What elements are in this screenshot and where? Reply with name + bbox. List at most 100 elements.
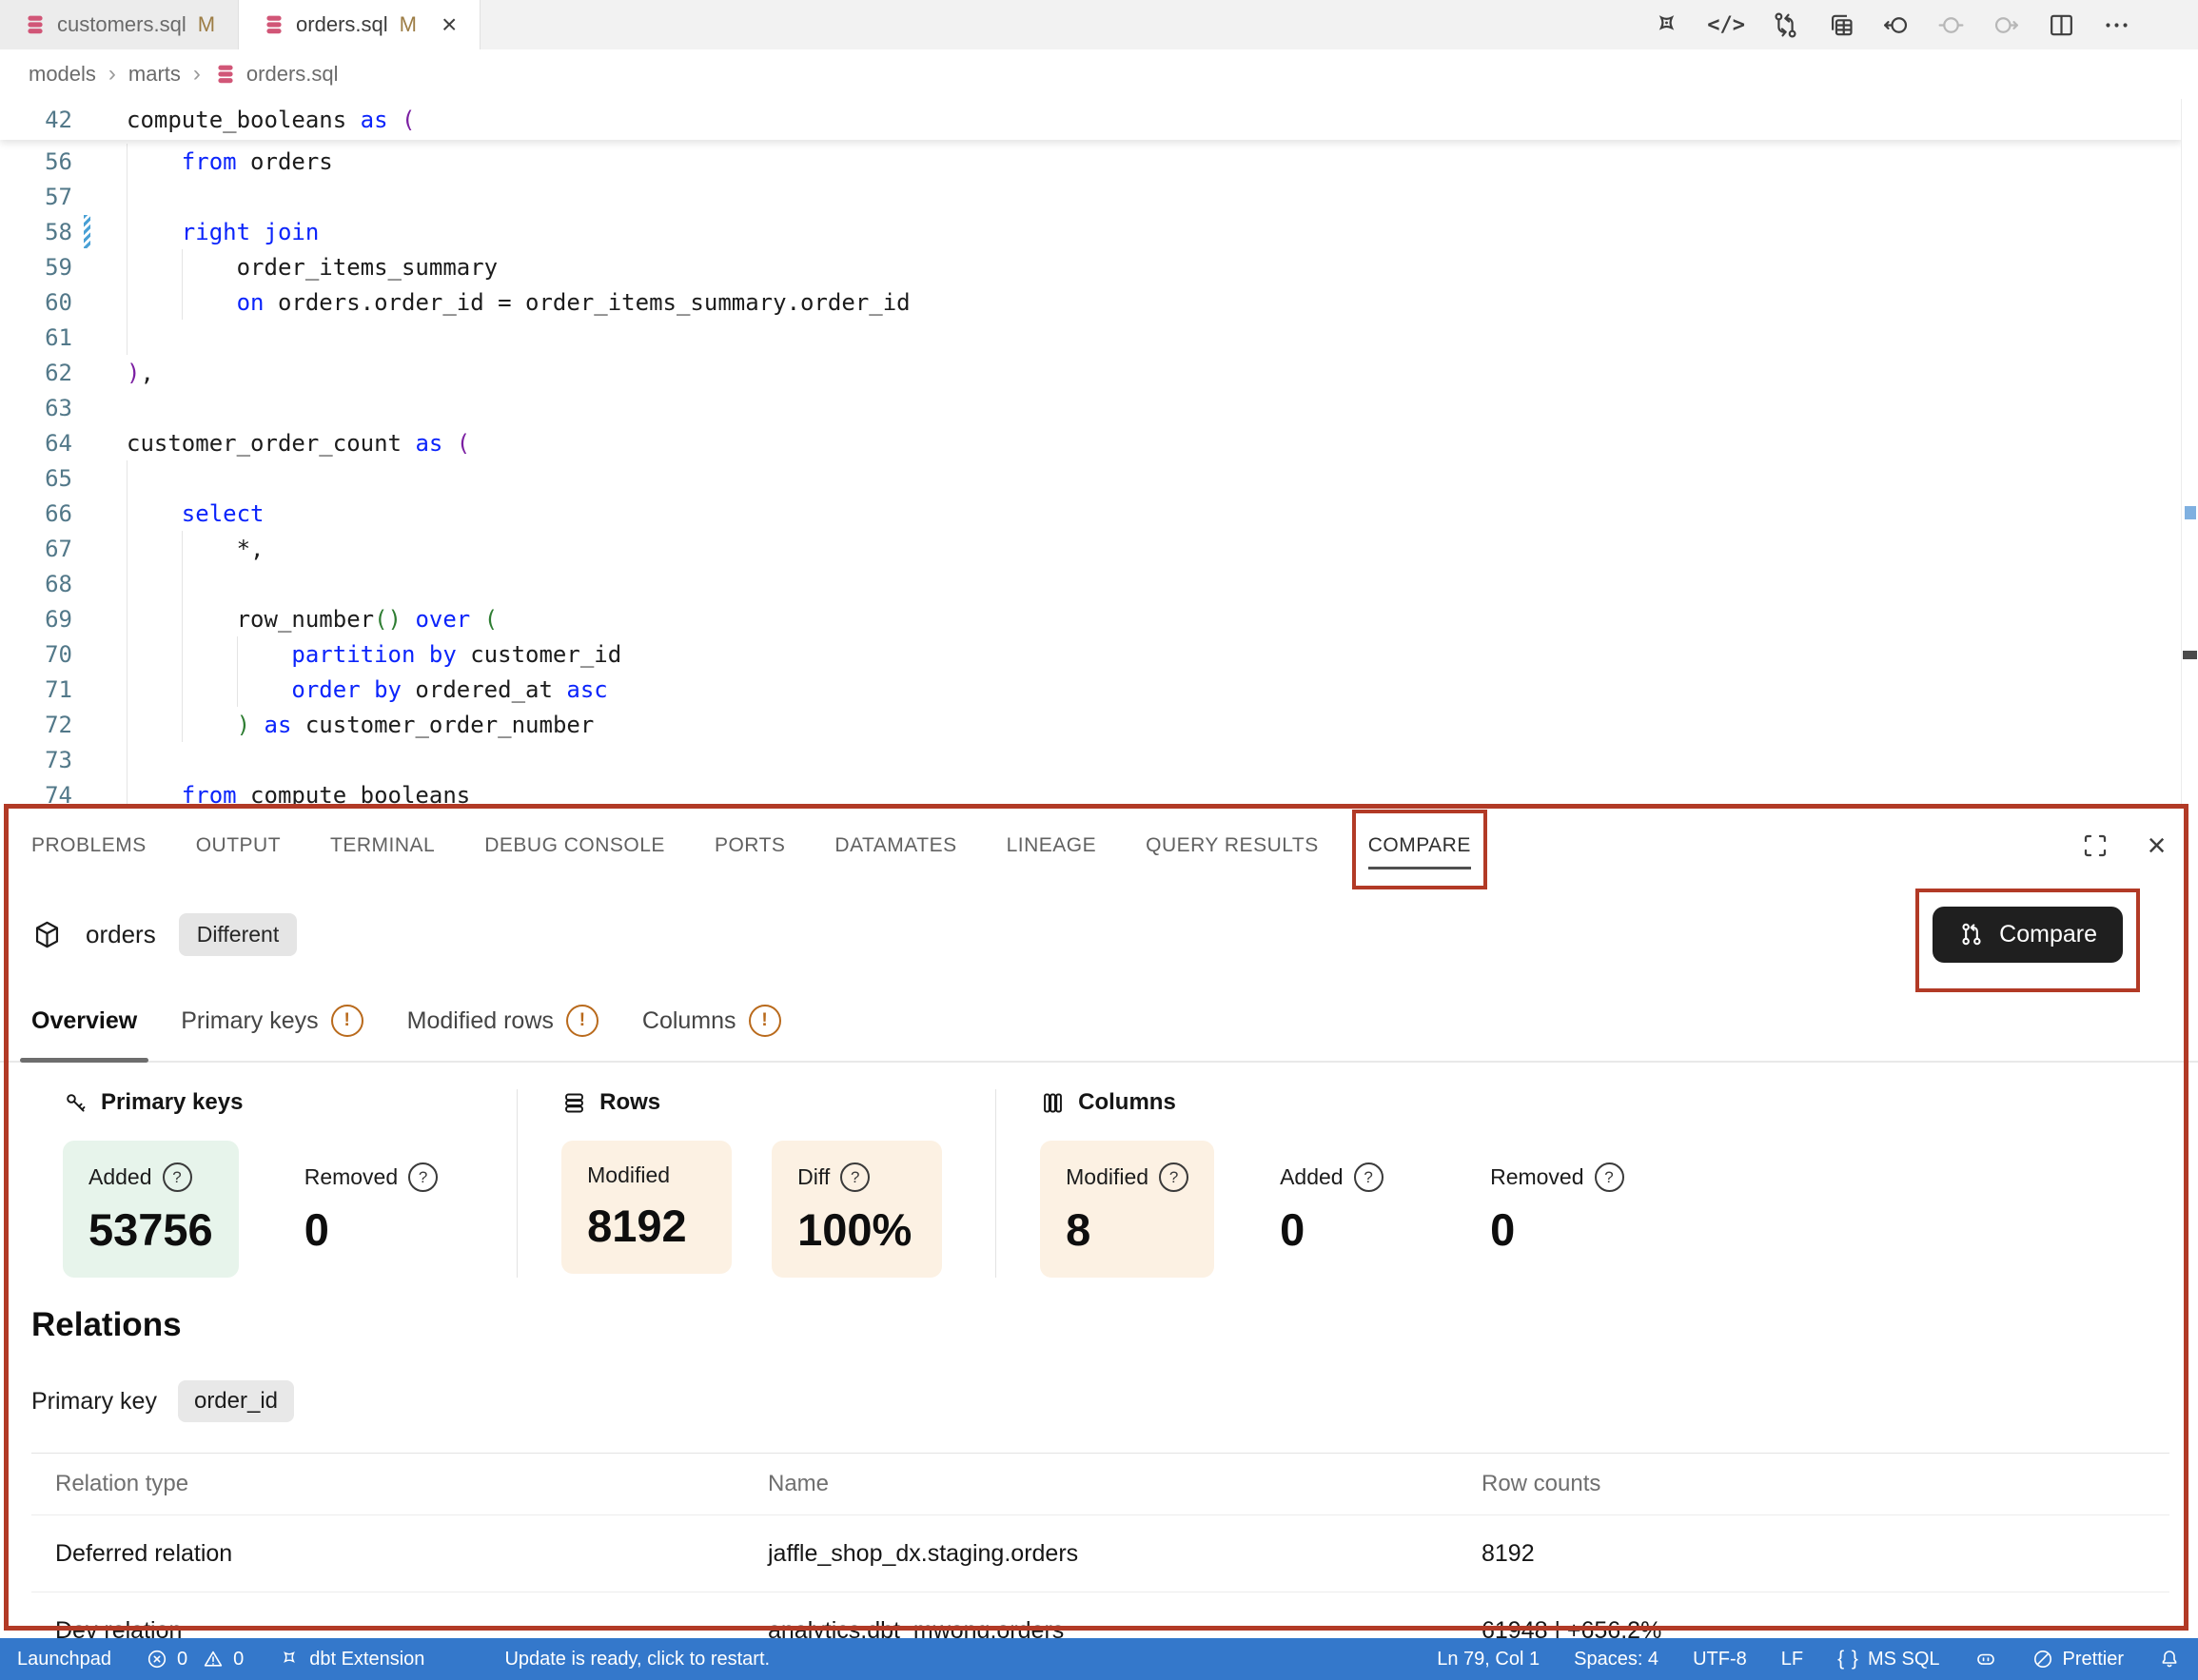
- bottom-panel: PROBLEMS OUTPUT TERMINAL DEBUG CONSOLE PORTS…: [0, 804, 2198, 1638]
- copilot-icon[interactable]: [1974, 1648, 1997, 1670]
- editor-tab-bar: customers.sqlMorders.sqlM× </>: [0, 0, 2198, 49]
- braces-icon: { }: [1837, 1648, 1859, 1670]
- status-eol[interactable]: LF: [1781, 1649, 1803, 1670]
- close-tab-icon[interactable]: ×: [442, 11, 457, 38]
- modified-badge: M: [400, 12, 417, 37]
- status-cursor-position[interactable]: Ln 79, Col 1: [1437, 1649, 1540, 1670]
- sticky-scroll-line: 42compute_booleans as (: [0, 99, 2182, 140]
- help-icon[interactable]: ?: [1595, 1162, 1624, 1192]
- git-compare-icon[interactable]: [1771, 10, 1800, 40]
- columns-icon: [1040, 1090, 1066, 1116]
- line-number: 63: [0, 395, 72, 421]
- editor-tab-customers-sql[interactable]: customers.sql M: [0, 0, 239, 49]
- breadcrumb-segment[interactable]: models: [29, 62, 96, 87]
- more-actions-icon[interactable]: [2102, 10, 2131, 40]
- help-icon[interactable]: ?: [1159, 1162, 1188, 1192]
- help-icon[interactable]: ?: [1354, 1162, 1384, 1192]
- panel-actions: ×: [2081, 830, 2167, 862]
- editor-tab-orders-sql[interactable]: orders.sqlM×: [239, 0, 481, 49]
- split-editor-icon[interactable]: [2047, 10, 2076, 40]
- git-compare-icon: [1958, 921, 1985, 947]
- db-icon: [23, 12, 48, 37]
- nav-forward-icon[interactable]: [1992, 10, 2021, 40]
- stat-card-removed: Removed?0: [1464, 1141, 1649, 1278]
- overview-ruler[interactable]: [2181, 99, 2198, 804]
- code-editor[interactable]: 42compute_booleans as ( 56 from orders57…: [0, 99, 2198, 804]
- dbt-icon[interactable]: [1652, 10, 1681, 40]
- help-icon[interactable]: ?: [163, 1162, 192, 1192]
- table-row: Dev relationanalytics.dbt_mwong.orders61…: [31, 1592, 2169, 1638]
- db-icon: [213, 62, 238, 87]
- panel-tab-ports[interactable]: PORTS: [715, 834, 785, 857]
- warning-circle-icon: !: [749, 1005, 781, 1037]
- code-lines: 56 from orders5758 right join59 order_it…: [0, 144, 2182, 804]
- sub-tab-primary-keys[interactable]: Primary keys!: [181, 981, 363, 1061]
- panel-tab-problems[interactable]: PROBLEMS: [31, 834, 147, 857]
- db-icon: [213, 62, 238, 87]
- nav-back-icon[interactable]: [1881, 10, 1911, 40]
- close-panel-icon[interactable]: ×: [2148, 830, 2167, 862]
- sub-tab-columns[interactable]: Columns!: [642, 981, 781, 1061]
- panel-tab-datamates[interactable]: DATAMATES: [834, 834, 956, 857]
- status-launchpad[interactable]: Launchpad: [17, 1649, 111, 1670]
- line-number: 60: [0, 289, 72, 316]
- maximize-panel-icon[interactable]: [2081, 831, 2110, 860]
- stat-card-diff: Diff?100%: [772, 1141, 942, 1278]
- sub-tab-modified-rows[interactable]: Modified rows!: [407, 981, 599, 1061]
- modified-badge: M: [198, 12, 215, 37]
- status-dbt-extension[interactable]: dbt Extension: [278, 1648, 424, 1670]
- panel-tab-lineage[interactable]: LINEAGE: [1007, 834, 1097, 857]
- help-icon[interactable]: ?: [840, 1162, 870, 1192]
- nav-circle-icon[interactable]: [1936, 10, 1966, 40]
- table-copy-icon[interactable]: [1826, 10, 1855, 40]
- code-line: 61: [0, 320, 2182, 355]
- stat-card-modified: Modified8192: [561, 1141, 732, 1274]
- vscode-window: customers.sql Morders.sql M × </> models›ma…: [0, 0, 2198, 1680]
- breadcrumb[interactable]: models›marts›orders.sql: [0, 49, 2198, 99]
- code-line: 73: [0, 742, 2182, 777]
- panel-tab-query-results[interactable]: QUERY RESULTS: [1146, 834, 1319, 857]
- status-encoding[interactable]: UTF-8: [1693, 1649, 1747, 1670]
- line-number: 59: [0, 254, 72, 281]
- primary-key-value: order_id: [178, 1380, 294, 1422]
- gutter-modified-marker: [84, 215, 90, 248]
- compare-button-wrap: Compare: [1933, 907, 2123, 963]
- status-problems[interactable]: 0 0: [146, 1648, 244, 1670]
- relation-name-cell: analytics.dbt_mwong.orders: [768, 1617, 1482, 1639]
- notifications-bell-icon[interactable]: [2158, 1648, 2181, 1670]
- breadcrumb-file[interactable]: orders.sql: [213, 62, 339, 87]
- warning-circle-icon: !: [566, 1005, 599, 1037]
- panel-tab-debug-console[interactable]: DEBUG CONSOLE: [484, 834, 665, 857]
- panel-tab-output[interactable]: OUTPUT: [196, 834, 281, 857]
- panel-tab-compare[interactable]: COMPARE: [1368, 834, 1471, 857]
- line-number: 67: [0, 536, 72, 562]
- tab-label: customers.sql: [57, 12, 186, 37]
- status-bar: Launchpad 0 0 dbt Extension Update is re…: [0, 1638, 2198, 1680]
- code-line: 59 order_items_summary: [0, 249, 2182, 284]
- editor-actions: </>: [1652, 0, 2198, 49]
- code-line: 74 from compute_booleans: [0, 777, 2182, 804]
- db-icon: [262, 12, 286, 37]
- code-line: 57: [0, 179, 2182, 214]
- stat-value: 0: [304, 1203, 438, 1256]
- stat-value: 0: [1490, 1203, 1623, 1256]
- status-update-message[interactable]: Update is ready, click to restart.: [504, 1649, 770, 1670]
- line-number: 58: [0, 219, 72, 245]
- panel-tab-bar: PROBLEMS OUTPUT TERMINAL DEBUG CONSOLE PORTS…: [0, 804, 2198, 888]
- relation-type-cell: Deferred relation: [55, 1540, 768, 1568]
- code-icon[interactable]: </>: [1707, 13, 1745, 37]
- status-formatter[interactable]: Prettier: [2031, 1648, 2124, 1670]
- sub-tab-overview[interactable]: Overview: [31, 981, 137, 1061]
- line-number: 56: [0, 148, 72, 175]
- compare-button[interactable]: Compare: [1933, 907, 2123, 963]
- panel-tab-terminal[interactable]: TERMINAL: [330, 834, 435, 857]
- status-indentation[interactable]: Spaces: 4: [1574, 1649, 1658, 1670]
- status-language-mode[interactable]: { } MS SQL: [1837, 1648, 1939, 1670]
- help-icon[interactable]: ?: [408, 1162, 438, 1192]
- column-header: Relation type: [55, 1471, 768, 1497]
- breadcrumb-segment[interactable]: marts: [128, 62, 181, 87]
- relation-name-cell: jaffle_shop_dx.staging.orders: [768, 1540, 1482, 1568]
- warning-circle-icon: !: [331, 1005, 363, 1037]
- active-tab-underline: [1368, 867, 1471, 869]
- warning-icon: [202, 1648, 225, 1670]
